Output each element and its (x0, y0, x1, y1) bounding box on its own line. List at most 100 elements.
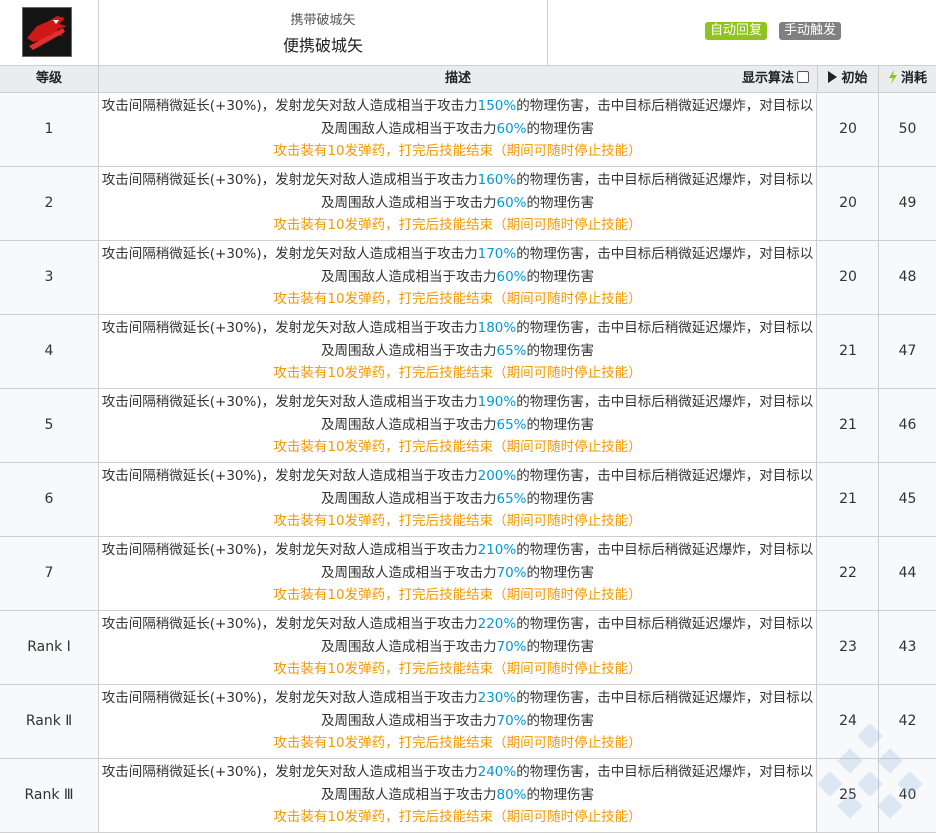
damage-percent-primary: 210% (477, 542, 517, 558)
row-initial-sp: 20 (818, 93, 879, 166)
desc-prefix: 攻击间隔稍微延长(+30%)，发射龙矢对敌人造成相当于攻击力 (101, 98, 478, 114)
show-formula-label: 显示算法 (741, 71, 794, 86)
row-sp-cost: 47 (898, 343, 917, 359)
row-description: 攻击间隔稍微延长(+30%)，发射龙矢对敌人造成相当于攻击力210%的物理伤害，… (99, 537, 817, 610)
row-note: 攻击装有10发弹药，打完后技能结束（期间可随时停止技能） (273, 365, 642, 381)
row-note: 攻击装有10发弹药，打完后技能结束（期间可随时停止技能） (273, 587, 642, 603)
row-description-text: 攻击间隔稍微延长(+30%)，发射龙矢对敌人造成相当于攻击力240%的物理伤害，… (99, 761, 816, 806)
row-sp-cost: 42 (898, 713, 917, 729)
row-initial-sp: 20 (818, 241, 879, 314)
row-note: 攻击装有10发弹药，打完后技能结束（期间可随时停止技能） (273, 217, 642, 233)
skill-name-cell: 携带破城矢 便携破城矢 (99, 0, 548, 65)
desc-suffix: 的物理伤害 (526, 342, 595, 359)
damage-percent-primary: 240% (477, 764, 517, 780)
play-triangle-icon (828, 71, 838, 83)
row-description: 攻击间隔稍微延长(+30%)，发射龙矢对敌人造成相当于攻击力150%的物理伤害，… (99, 93, 817, 166)
row-description-text: 攻击间隔稍微延长(+30%)，发射龙矢对敌人造成相当于攻击力170%的物理伤害，… (99, 243, 816, 288)
row-sp-cost: 45 (898, 491, 917, 507)
table-row: 2 攻击间隔稍微延长(+30%)，发射龙矢对敌人造成相当于攻击力160% 的物理伤害… (0, 167, 936, 241)
damage-percent-splash: 65% (496, 342, 527, 359)
damage-percent-primary: 220% (477, 616, 517, 632)
row-level: Rank Ⅰ (0, 611, 99, 684)
row-level: 5 (0, 389, 99, 462)
skill-header: 携带破城矢 便携破城矢 自动回复 手动触发 (0, 0, 936, 66)
row-sp-cost: 50 (898, 121, 917, 137)
show-formula-checkbox[interactable] (797, 71, 809, 83)
table-row: 7 攻击间隔稍微延长(+30%)，发射龙矢对敌人造成相当于攻击力210% 的物理伤害… (0, 537, 936, 611)
header-description: 描述 显示算法 (99, 66, 818, 92)
row-description-text: 攻击间隔稍微延长(+30%)，发射龙矢对敌人造成相当于攻击力150%的物理伤害，… (99, 95, 816, 140)
damage-percent-primary: 190% (477, 394, 517, 410)
damage-percent-splash: 80% (496, 786, 527, 803)
damage-percent-primary: 200% (477, 468, 517, 484)
damage-percent-primary: 150% (477, 98, 517, 114)
desc-suffix: 的物理伤害 (526, 268, 595, 285)
row-description: 攻击间隔稍微延长(+30%)，发射龙矢对敌人造成相当于攻击力160%的物理伤害，… (99, 167, 817, 240)
row-note: 攻击装有10发弹药，打完后技能结束（期间可随时停止技能） (273, 513, 642, 529)
header-level: 等级 (0, 66, 99, 92)
row-description: 攻击间隔稍微延长(+30%)，发射龙矢对敌人造成相当于攻击力190%的物理伤害，… (99, 389, 817, 462)
row-note: 攻击装有10发弹药，打完后技能结束（期间可随时停止技能） (273, 439, 642, 455)
row-description-text: 攻击间隔稍微延长(+30%)，发射龙矢对敌人造成相当于攻击力160%的物理伤害，… (99, 169, 816, 214)
row-sp-cost: 43 (898, 639, 917, 655)
damage-percent-splash: 60% (496, 268, 527, 285)
row-initial-sp: 23 (818, 611, 879, 684)
row-note: 攻击装有10发弹药，打完后技能结束（期间可随时停止技能） (273, 143, 642, 159)
row-description: 攻击间隔稍微延长(+30%)，发射龙矢对敌人造成相当于攻击力200%的物理伤害，… (99, 463, 817, 536)
table-row: Rank Ⅱ 攻击间隔稍微延长(+30%)，发射龙矢对敌人造成相当于攻击力230%… (0, 685, 936, 759)
desc-prefix: 攻击间隔稍微延长(+30%)，发射龙矢对敌人造成相当于攻击力 (101, 616, 478, 632)
row-level: Rank Ⅱ (0, 685, 99, 758)
row-initial-sp: 21 (818, 389, 879, 462)
skill-subtitle: 携带破城矢 (290, 13, 356, 28)
desc-prefix: 攻击间隔稍微延长(+30%)，发射龙矢对敌人造成相当于攻击力 (101, 394, 478, 410)
row-level: 3 (0, 241, 99, 314)
desc-suffix: 的物理伤害 (526, 564, 595, 581)
row-description-text: 攻击间隔稍微延长(+30%)，发射龙矢对敌人造成相当于攻击力180%的物理伤害，… (99, 317, 816, 362)
desc-prefix: 攻击间隔稍微延长(+30%)，发射龙矢对敌人造成相当于攻击力 (101, 246, 478, 262)
row-sp-cost: 49 (898, 195, 917, 211)
row-description-text: 攻击间隔稍微延长(+30%)，发射龙矢对敌人造成相当于攻击力210%的物理伤害，… (99, 539, 816, 584)
desc-suffix: 的物理伤害 (526, 638, 595, 655)
desc-suffix: 的物理伤害 (526, 194, 595, 211)
damage-percent-splash: 60% (496, 120, 527, 137)
table-header: 等级 描述 显示算法 初始 消耗 (0, 66, 936, 93)
row-sp-cost: 40 (898, 787, 917, 803)
damage-percent-primary: 170% (477, 246, 517, 262)
row-note: 攻击装有10发弹药，打完后技能结束（期间可随时停止技能） (273, 735, 642, 751)
skill-name: 便携破城矢 (282, 36, 363, 55)
row-description: 攻击间隔稍微延长(+30%)，发射龙矢对敌人造成相当于攻击力220%的物理伤害，… (99, 611, 817, 684)
dragon-arrow-skill-icon (22, 7, 72, 57)
desc-prefix: 攻击间隔稍微延长(+30%)，发射龙矢对敌人造成相当于攻击力 (101, 690, 478, 706)
table-row: 5 攻击间隔稍微延长(+30%)，发射龙矢对敌人造成相当于攻击力190% 的物理伤害… (0, 389, 936, 463)
show-formula-toggle[interactable]: 显示算法 (742, 66, 809, 92)
desc-prefix: 攻击间隔稍微延长(+30%)，发射龙矢对敌人造成相当于攻击力 (101, 542, 478, 558)
lightning-bolt-icon (888, 70, 897, 84)
skill-icon-cell (0, 0, 99, 65)
desc-suffix: 的物理伤害 (526, 416, 595, 433)
row-level: 4 (0, 315, 99, 388)
row-description-text: 攻击间隔稍微延长(+30%)，发射龙矢对敌人造成相当于攻击力220%的物理伤害，… (99, 613, 816, 658)
desc-prefix: 攻击间隔稍微延长(+30%)，发射龙矢对敌人造成相当于攻击力 (101, 764, 478, 780)
desc-prefix: 攻击间隔稍微延长(+30%)，发射龙矢对敌人造成相当于攻击力 (101, 320, 478, 336)
header-cost-label: 消耗 (900, 71, 927, 86)
table-row: 3 攻击间隔稍微延长(+30%)，发射龙矢对敌人造成相当于攻击力170% 的物理伤害… (0, 241, 936, 315)
row-description: 攻击间隔稍微延长(+30%)，发射龙矢对敌人造成相当于攻击力180%的物理伤害，… (99, 315, 817, 388)
row-level: 6 (0, 463, 99, 536)
row-description: 攻击间隔稍微延长(+30%)，发射龙矢对敌人造成相当于攻击力170%的物理伤害，… (99, 241, 817, 314)
table-row: 6 攻击间隔稍微延长(+30%)，发射龙矢对敌人造成相当于攻击力200% 的物理伤害… (0, 463, 936, 537)
row-description-text: 攻击间隔稍微延长(+30%)，发射龙矢对敌人造成相当于攻击力230%的物理伤害，… (99, 687, 816, 732)
row-note: 攻击装有10发弹药，打完后技能结束（期间可随时停止技能） (273, 809, 642, 825)
row-initial-sp: 20 (818, 167, 879, 240)
row-description-text: 攻击间隔稍微延长(+30%)，发射龙矢对敌人造成相当于攻击力200%的物理伤害，… (99, 465, 816, 510)
damage-percent-splash: 65% (496, 490, 527, 507)
damage-percent-primary: 160% (477, 172, 517, 188)
row-initial-sp: 21 (818, 315, 879, 388)
row-level: 2 (0, 167, 99, 240)
header-initial: 初始 (818, 66, 879, 92)
desc-suffix: 的物理伤害 (526, 490, 595, 507)
tag-auto-recovery: 自动回复 (705, 22, 768, 40)
desc-prefix: 攻击间隔稍微延长(+30%)，发射龙矢对敌人造成相当于攻击力 (101, 468, 478, 484)
skill-level-rows: 1 攻击间隔稍微延长(+30%)，发射龙矢对敌人造成相当于攻击力150%的物理伤害… (0, 93, 936, 833)
damage-percent-splash: 60% (496, 194, 527, 211)
tag-manual-trigger: 手动触发 (779, 22, 842, 40)
